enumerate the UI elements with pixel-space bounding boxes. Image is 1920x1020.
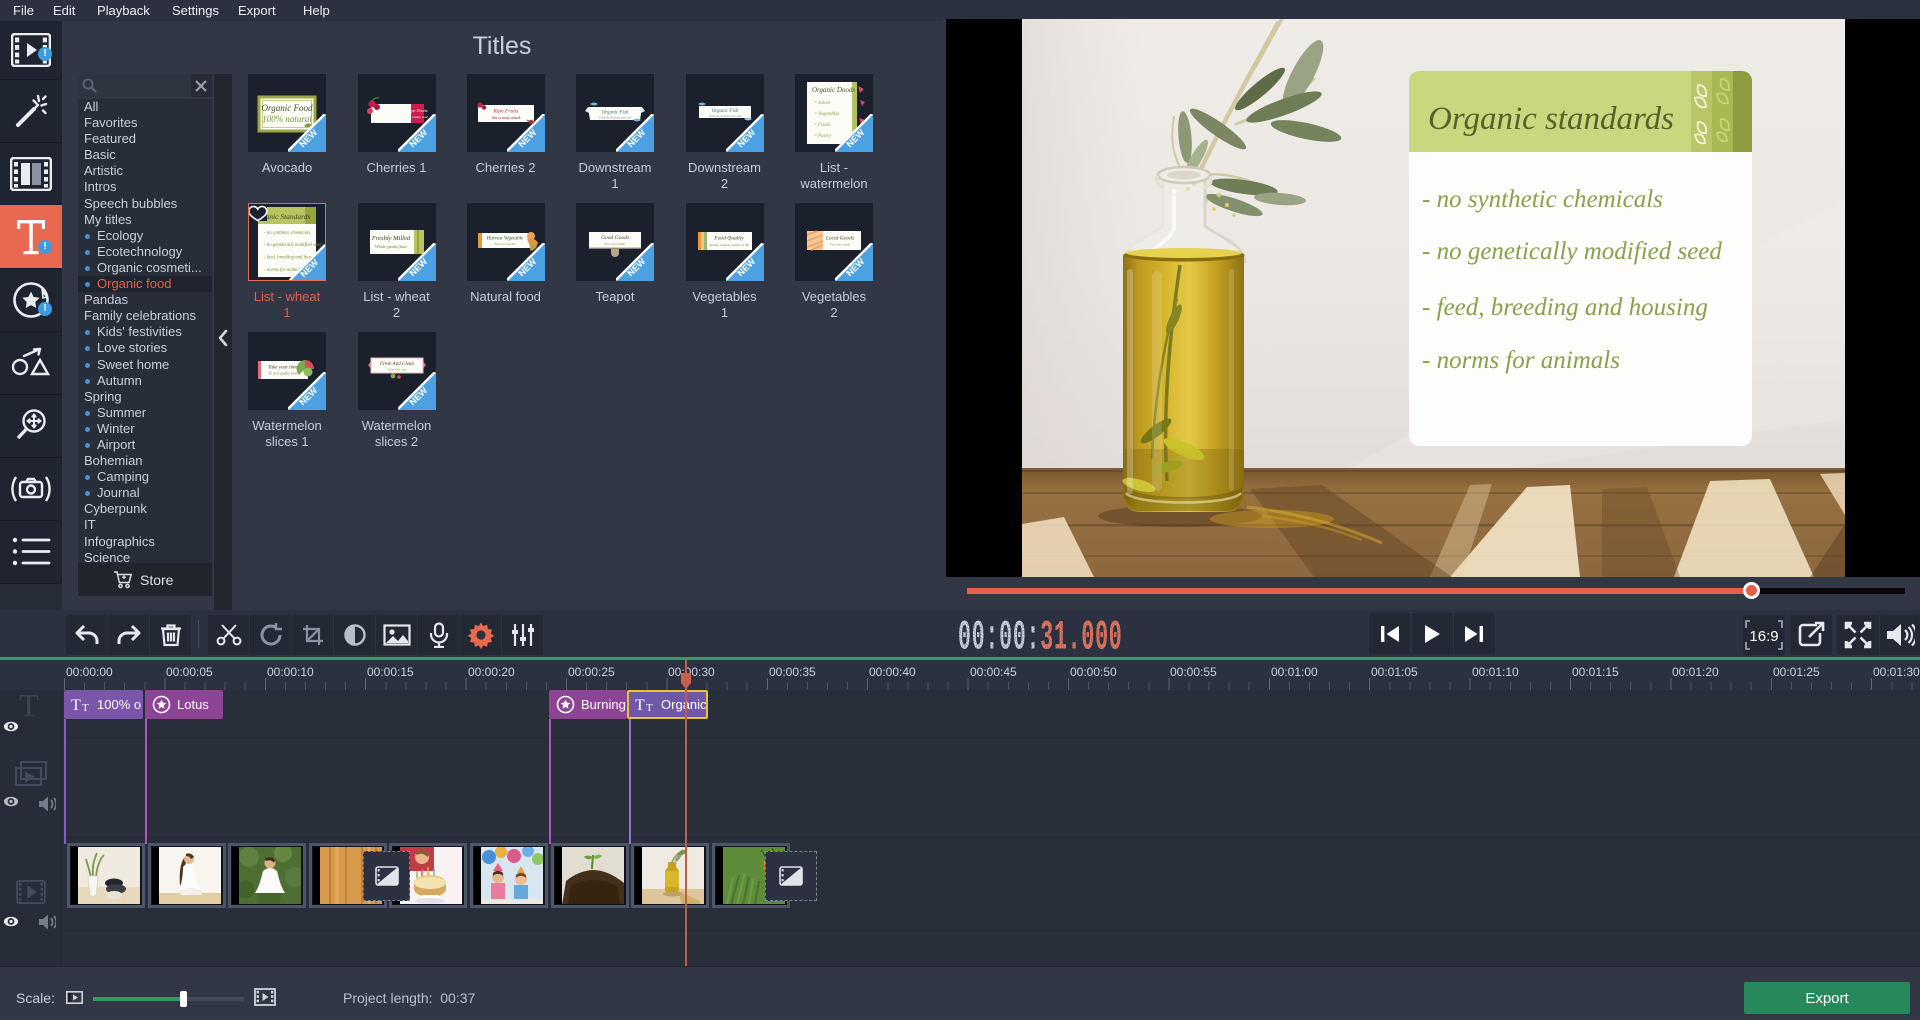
- svg-text:Organic standards: Organic standards: [1428, 101, 1674, 137]
- svg-text:Harvest Vegetable: Harvest Vegetable: [485, 237, 523, 242]
- svg-text:- norms for animals: - norms for animals: [1422, 347, 1620, 374]
- svg-text:T: T: [82, 702, 89, 713]
- svg-text:T: T: [71, 697, 81, 713]
- svg-text:Freshly Milled: Freshly Milled: [370, 235, 410, 242]
- svg-text:Local Goods: Local Goods: [825, 236, 854, 242]
- svg-text:- no synthetic chemicals: - no synthetic chemicals: [1422, 186, 1663, 213]
- svg-text:T: T: [646, 702, 653, 713]
- svg-text:anic Standards: anic Standards: [265, 212, 310, 221]
- svg-text:Organic Food: Organic Food: [262, 103, 313, 113]
- svg-text:• Juices: • Juices: [815, 101, 831, 106]
- svg-text:T: T: [635, 697, 645, 713]
- svg-text:- feed, breeding and housing: - feed, breeding and housing: [1422, 294, 1708, 321]
- svg-text:Good Goods: Good Goods: [601, 235, 629, 241]
- svg-text:Ripe Fruits: Ripe Fruits: [406, 108, 428, 113]
- svg-text:Food Quality: Food Quality: [713, 236, 744, 242]
- svg-text:- no genetically modified seed: - no genetically modified seed: [1422, 238, 1722, 265]
- svg-text:• Fruits: • Fruits: [815, 123, 830, 128]
- svg-text:Fresh And Clean: Fresh And Clean: [379, 362, 414, 367]
- svg-text:Organic Doods: Organic Doods: [812, 86, 855, 94]
- svg-text:That's for you: That's for you: [387, 368, 406, 372]
- svg-text:- no synthetic chemicals: - no synthetic chemicals: [264, 231, 310, 236]
- svg-text:16:9: 16:9: [1749, 628, 1778, 645]
- svg-text:• Pastry: • Pastry: [815, 134, 832, 139]
- svg-text:Take your time: Take your time: [268, 366, 298, 371]
